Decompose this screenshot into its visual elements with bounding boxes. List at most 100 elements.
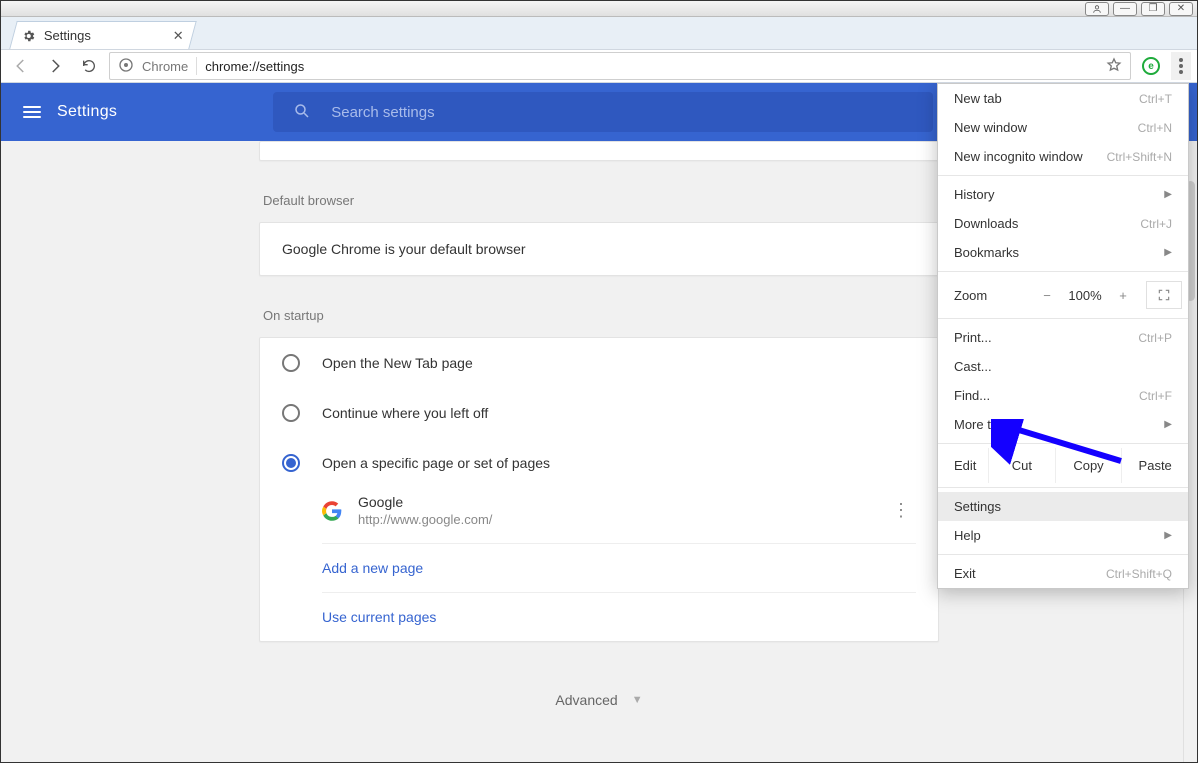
- startup-option-label: Open the New Tab page: [322, 355, 473, 371]
- menu-shortcut: Ctrl+J: [1140, 217, 1172, 231]
- menu-shortcut: Ctrl+N: [1138, 121, 1172, 135]
- page-content: Settings BLEEPING COMPUTER Default brows…: [1, 83, 1197, 762]
- add-page-link: Add a new page: [322, 560, 423, 576]
- startup-use-current[interactable]: Use current pages: [322, 592, 916, 641]
- menu-separator: [938, 443, 1188, 444]
- menu-label: New tab: [954, 91, 1002, 106]
- os-profile-button[interactable]: [1085, 2, 1109, 16]
- menu-label: Settings: [954, 499, 1001, 514]
- menu-item-bookmarks[interactable]: Bookmarks ▶: [938, 238, 1188, 267]
- startup-page-menu-icon[interactable]: ⋮: [886, 500, 916, 521]
- menu-item-print[interactable]: Print... Ctrl+P: [938, 323, 1188, 352]
- startup-page-url: http://www.google.com/: [358, 512, 492, 527]
- tab-strip: Settings ✕: [1, 17, 1197, 49]
- extension-badge[interactable]: e: [1137, 52, 1165, 80]
- menu-separator: [938, 554, 1188, 555]
- menu-item-incognito[interactable]: New incognito window Ctrl+Shift+N: [938, 142, 1188, 171]
- fullscreen-button[interactable]: [1146, 281, 1182, 309]
- startup-option-specific[interactable]: Open a specific page or set of pages: [260, 438, 938, 488]
- advanced-label: Advanced: [555, 692, 617, 708]
- edit-paste-button[interactable]: Paste: [1121, 448, 1188, 483]
- omnibox[interactable]: Chrome chrome://settings: [109, 52, 1131, 80]
- radio-checked-icon: [282, 454, 300, 472]
- zoom-out-button[interactable]: −: [1032, 280, 1062, 310]
- submenu-arrow-icon: ▶: [1164, 530, 1172, 541]
- menu-item-find[interactable]: Find... Ctrl+F: [938, 381, 1188, 410]
- search-input[interactable]: [329, 103, 913, 122]
- google-favicon: [322, 501, 342, 521]
- menu-label: More tools: [954, 417, 1015, 432]
- edit-copy-button[interactable]: Copy: [1055, 448, 1122, 483]
- menu-shortcut: Ctrl+Shift+Q: [1106, 567, 1172, 581]
- browser-window: — ❐ ✕ Settings ✕ Chrome chrom: [0, 0, 1198, 763]
- menu-item-settings[interactable]: Settings: [938, 492, 1188, 521]
- startup-option-continue[interactable]: Continue where you left off: [260, 388, 938, 438]
- menu-separator: [938, 318, 1188, 319]
- startup-option-new-tab[interactable]: Open the New Tab page: [260, 338, 938, 388]
- edit-cut-button[interactable]: Cut: [988, 448, 1055, 483]
- nav-forward-button[interactable]: [41, 52, 69, 80]
- menu-label: New window: [954, 120, 1027, 135]
- nav-reload-button[interactable]: [75, 52, 103, 80]
- os-titlebar: — ❐ ✕: [1, 1, 1197, 17]
- advanced-toggle[interactable]: Advanced ▼: [259, 692, 939, 708]
- menu-label: Help: [954, 528, 981, 543]
- zoom-value: 100%: [1062, 288, 1108, 303]
- menu-label: Exit: [954, 566, 976, 581]
- section-label-default-browser: Default browser: [263, 193, 939, 208]
- nav-back-button[interactable]: [7, 52, 35, 80]
- tab-close-icon[interactable]: ✕: [173, 28, 184, 44]
- zoom-in-button[interactable]: +: [1108, 280, 1138, 310]
- radio-icon: [282, 404, 300, 422]
- menu-separator: [938, 487, 1188, 488]
- startup-page-row: Google http://www.google.com/ ⋮: [322, 488, 916, 543]
- address-bar: Chrome chrome://settings e: [1, 49, 1197, 83]
- tab-settings[interactable]: Settings ✕: [9, 21, 197, 49]
- menu-label: Edit: [938, 448, 988, 483]
- menu-label: Find...: [954, 388, 990, 403]
- radio-icon: [282, 354, 300, 372]
- os-maximize-button[interactable]: ❐: [1141, 2, 1165, 16]
- submenu-arrow-icon: ▶: [1164, 189, 1172, 200]
- section-label-startup: On startup: [263, 308, 939, 323]
- menu-item-cast[interactable]: Cast...: [938, 352, 1188, 381]
- menu-label: History: [954, 187, 994, 202]
- menu-label: Print...: [954, 330, 992, 345]
- startup-option-label: Open a specific page or set of pages: [322, 455, 550, 471]
- menu-label: Zoom: [954, 288, 1032, 303]
- os-close-button[interactable]: ✕: [1169, 2, 1193, 16]
- search-settings-field[interactable]: [273, 92, 933, 132]
- startup-page-title: Google: [358, 494, 492, 510]
- card-startup: Open the New Tab page Continue where you…: [259, 337, 939, 642]
- menu-item-history[interactable]: History ▶: [938, 180, 1188, 209]
- menu-item-downloads[interactable]: Downloads Ctrl+J: [938, 209, 1188, 238]
- menu-item-new-window[interactable]: New window Ctrl+N: [938, 113, 1188, 142]
- startup-add-page[interactable]: Add a new page: [322, 543, 916, 592]
- startup-option-label: Continue where you left off: [322, 405, 488, 421]
- menu-shortcut: Ctrl+F: [1139, 389, 1172, 403]
- omnibox-scheme: Chrome: [142, 59, 188, 74]
- chrome-menu: New tab Ctrl+T New window Ctrl+N New inc…: [937, 83, 1189, 589]
- menu-item-exit[interactable]: Exit Ctrl+Shift+Q: [938, 559, 1188, 588]
- menu-shortcut: Ctrl+Shift+N: [1107, 150, 1172, 164]
- menu-item-new-tab[interactable]: New tab Ctrl+T: [938, 84, 1188, 113]
- menu-item-zoom: Zoom − 100% +: [938, 276, 1188, 314]
- search-icon: [293, 102, 311, 123]
- menu-label: Cast...: [954, 359, 992, 374]
- gear-icon: [22, 29, 36, 43]
- os-minimize-button[interactable]: —: [1113, 2, 1137, 16]
- extension-badge-icon: e: [1142, 57, 1160, 75]
- hamburger-icon[interactable]: [23, 106, 41, 118]
- settings-column: Default browser Google Chrome is your de…: [259, 141, 939, 762]
- menu-item-more-tools[interactable]: More tools ▶: [938, 410, 1188, 439]
- omnibox-divider: [196, 57, 197, 75]
- chrome-menu-button[interactable]: [1171, 52, 1191, 80]
- menu-item-help[interactable]: Help ▶: [938, 521, 1188, 550]
- menu-label: New incognito window: [954, 149, 1083, 164]
- menu-item-edit: Edit Cut Copy Paste: [938, 448, 1188, 483]
- menu-separator: [938, 175, 1188, 176]
- use-current-link: Use current pages: [322, 609, 436, 625]
- bookmark-star-icon[interactable]: [1106, 57, 1122, 76]
- menu-separator: [938, 271, 1188, 272]
- menu-label: Downloads: [954, 216, 1018, 231]
